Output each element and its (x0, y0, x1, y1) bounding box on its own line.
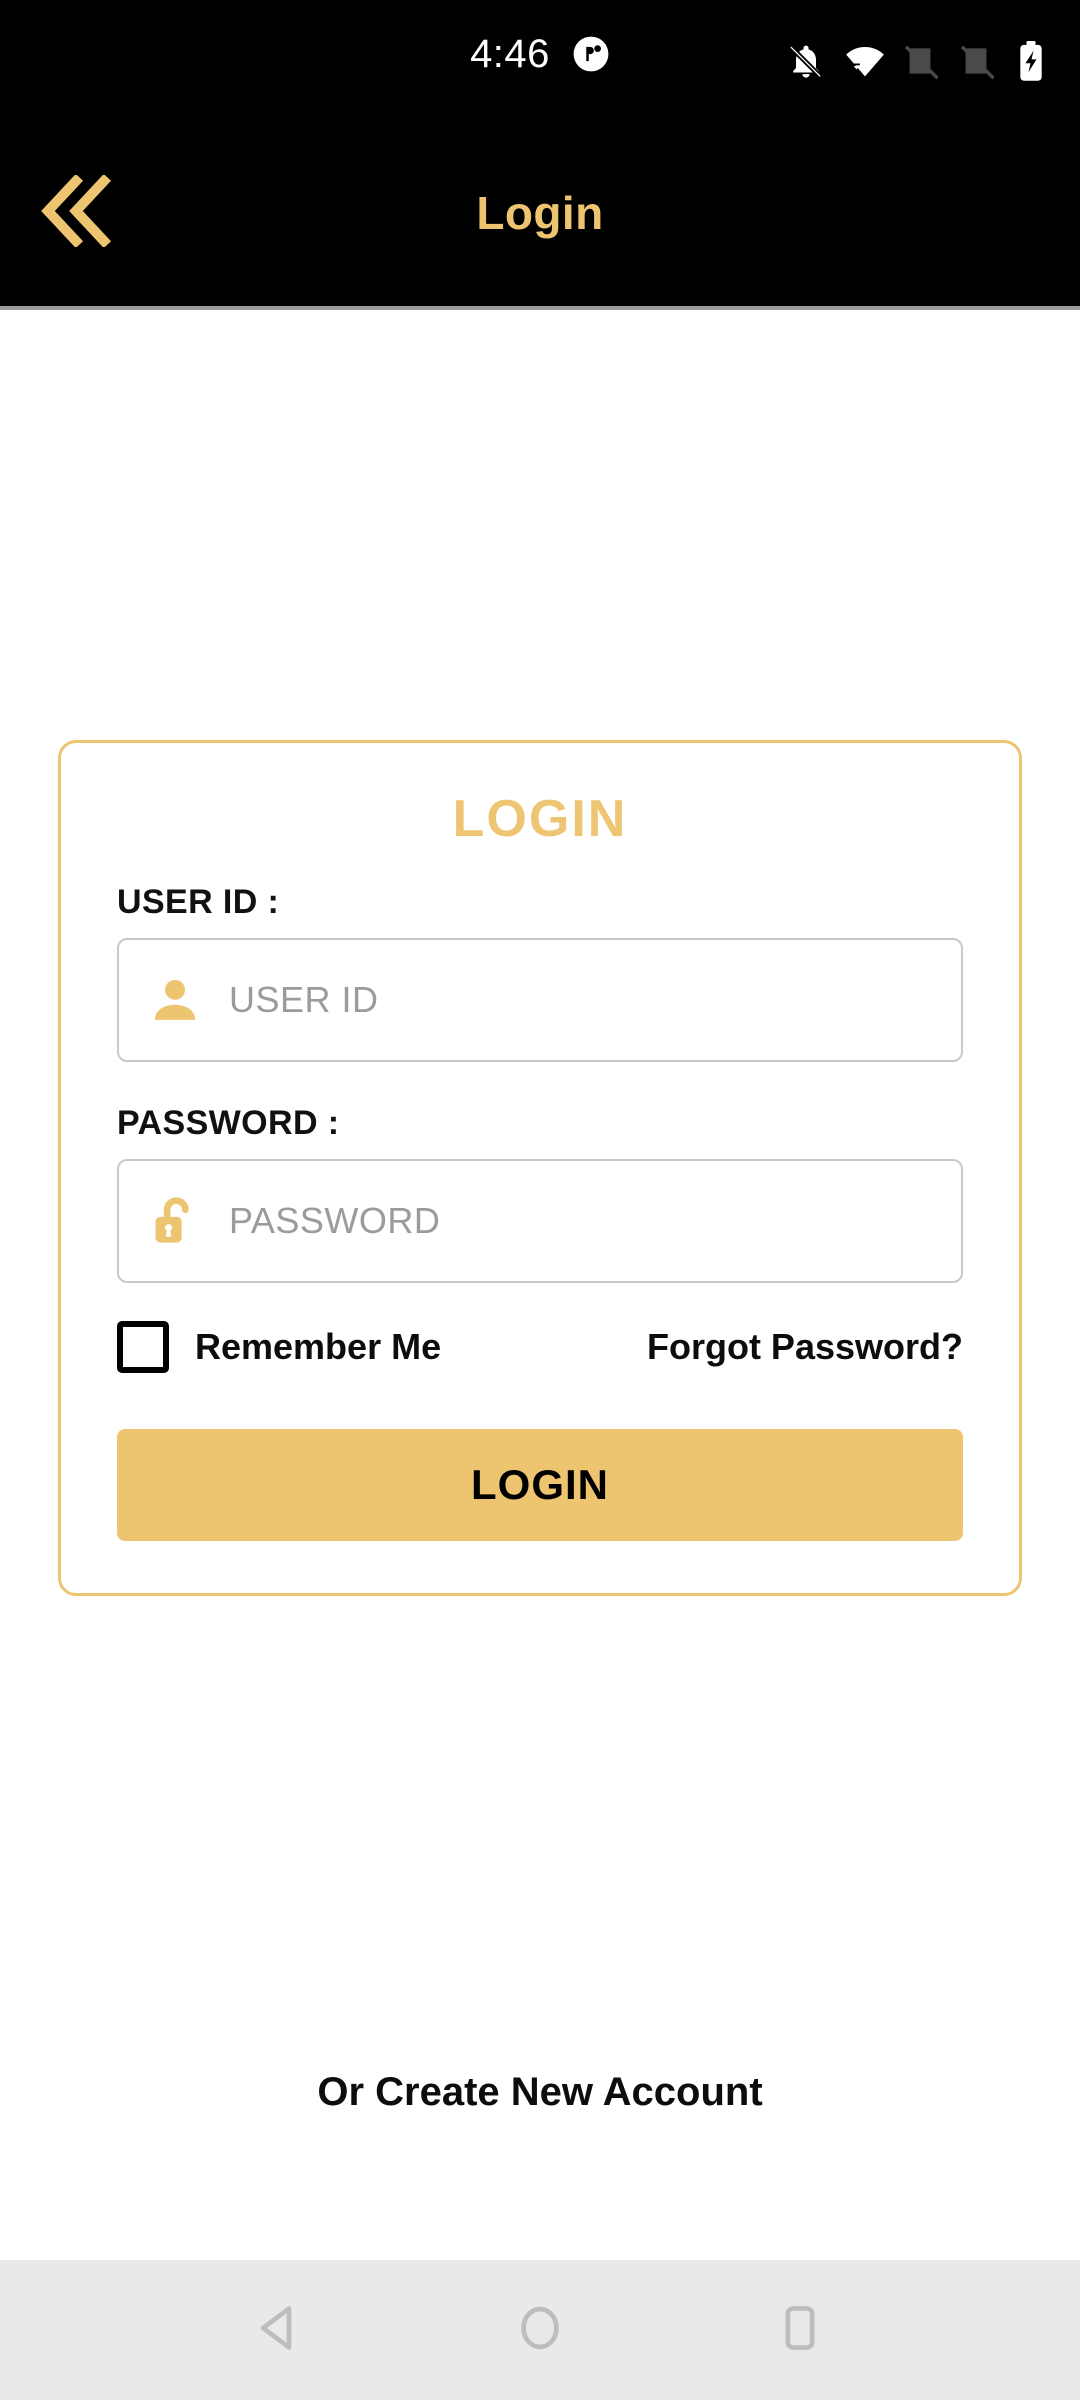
user-id-input[interactable]: USER ID (117, 938, 963, 1062)
sim-1-no-signal-icon (904, 41, 942, 81)
nav-back-button[interactable] (220, 2270, 340, 2390)
remember-me-toggle[interactable]: Remember Me (117, 1321, 441, 1373)
password-placeholder: PASSWORD (229, 1200, 441, 1241)
user-id-placeholder: USER ID (229, 979, 379, 1020)
login-card-heading: LOGIN (452, 790, 628, 848)
forgot-password-link[interactable]: Forgot Password? (647, 1326, 963, 1368)
login-submit-button[interactable]: LOGIN (117, 1429, 963, 1541)
back-button[interactable] (22, 153, 142, 273)
double-chevron-left-icon (36, 173, 128, 252)
field-spacer (117, 1062, 963, 1104)
notifications-silenced-icon (786, 41, 826, 81)
create-account-link[interactable]: Or Create New Account (0, 2070, 1080, 2115)
app-bar: Login (0, 120, 1080, 310)
status-bar-clock: 4:46 (470, 32, 550, 76)
password-label: PASSWORD : (117, 1104, 340, 1142)
remember-me-label: Remember Me (195, 1326, 442, 1367)
nav-recents-button[interactable] (740, 2270, 860, 2390)
unlocked-padlock-icon (147, 1193, 203, 1249)
battery-charging-icon (1016, 40, 1046, 82)
login-screen: 4:46 Login LOGIN USER ID: USER ID PASSW… (0, 0, 1080, 2400)
recents-square-icon (773, 2301, 827, 2360)
page-title: Login (476, 187, 604, 239)
user-id-label: USER ID : (117, 883, 280, 921)
wifi-icon (844, 41, 886, 81)
sim-2-no-signal-icon (960, 41, 998, 81)
status-bar-icons (786, 40, 1046, 82)
status-bar: 4:46 (0, 0, 1080, 120)
home-circle-icon (513, 2301, 567, 2360)
remember-me-checkbox[interactable] (117, 1321, 169, 1373)
notification-dot-icon (572, 35, 610, 73)
page-content: LOGIN USER ID : USER ID PASSWORD : PASSW… (0, 310, 1080, 2260)
login-options-row: Remember Me Forgot Password? (117, 1321, 963, 1373)
password-input[interactable]: PASSWORD (117, 1159, 963, 1283)
login-card: LOGIN USER ID : USER ID PASSWORD : PASSW… (58, 740, 1022, 1596)
back-triangle-icon (253, 2301, 307, 2360)
person-icon (147, 972, 203, 1028)
android-navigation-bar (0, 2260, 1080, 2400)
nav-home-button[interactable] (480, 2270, 600, 2390)
